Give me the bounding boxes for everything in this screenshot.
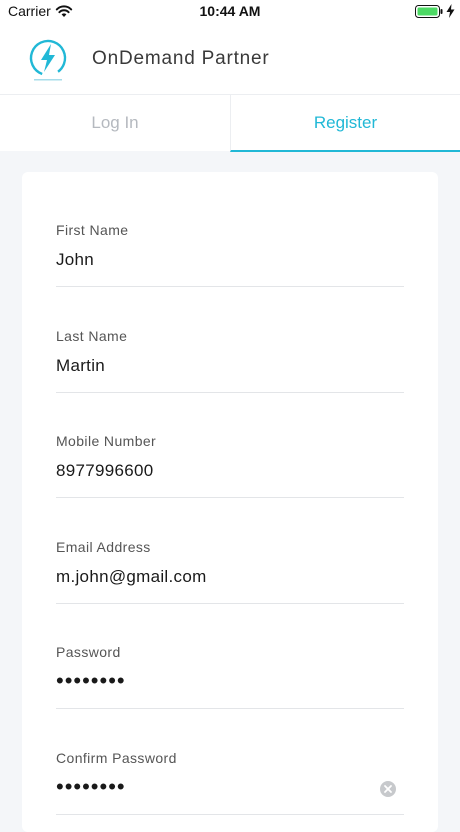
password-label: Password	[56, 644, 121, 660]
mobile-number-label: Mobile Number	[56, 433, 157, 449]
field-underline	[56, 814, 404, 815]
confirm-password-input[interactable]: ••••••••	[56, 774, 376, 800]
last-name-input[interactable]: Martin	[56, 356, 376, 376]
last-name-label: Last Name	[56, 328, 128, 344]
first-name-field: First Name John	[56, 222, 404, 302]
password-field: Password ••••••••	[56, 644, 404, 724]
field-underline	[56, 708, 404, 709]
password-input[interactable]: ••••••••	[56, 668, 376, 694]
status-time: 10:44 AM	[199, 3, 261, 19]
mobile-number-input[interactable]: 8977996600	[56, 461, 376, 481]
status-bar: Carrier 10:44 AM	[0, 0, 460, 24]
tab-login[interactable]: Log In	[0, 95, 230, 150]
registration-form: First Name John Last Name Martin Mobile …	[22, 172, 438, 832]
field-underline	[56, 603, 404, 604]
first-name-input[interactable]: John	[56, 250, 376, 270]
email-address-field: Email Address m.john@gmail.com	[56, 539, 404, 619]
last-name-field: Last Name Martin	[56, 328, 404, 408]
clear-text-icon[interactable]	[380, 781, 396, 797]
field-underline	[56, 392, 404, 393]
charging-bolt-icon	[446, 4, 455, 18]
field-underline	[56, 286, 404, 287]
field-underline	[56, 497, 404, 498]
battery-icon	[415, 5, 443, 18]
app-title: OnDemand Partner	[92, 48, 270, 69]
email-address-label: Email Address	[56, 539, 151, 555]
confirm-password-field: Confirm Password ••••••••	[56, 750, 404, 830]
confirm-password-label: Confirm Password	[56, 750, 177, 766]
first-name-label: First Name	[56, 222, 129, 238]
lightning-bolt-logo-icon	[29, 39, 67, 81]
mobile-number-field: Mobile Number 8977996600	[56, 433, 404, 513]
app-header: OnDemand Partner	[0, 24, 460, 94]
tab-bar: Log In Register	[0, 94, 460, 152]
tab-register[interactable]: Register	[230, 95, 460, 152]
email-address-input[interactable]: m.john@gmail.com	[56, 567, 376, 587]
